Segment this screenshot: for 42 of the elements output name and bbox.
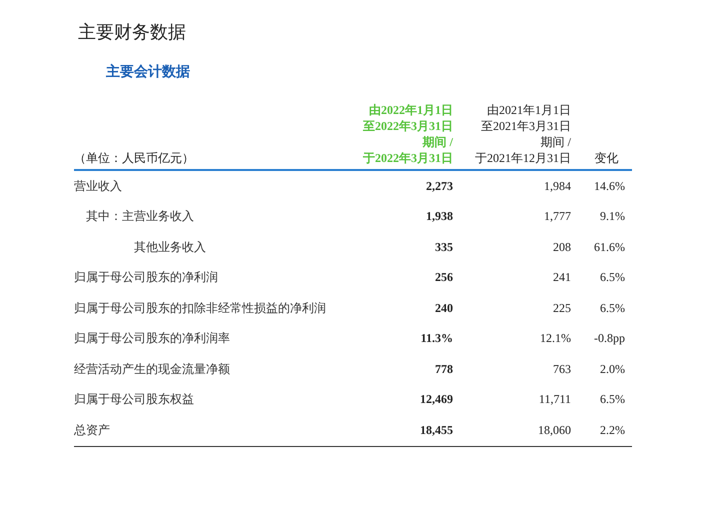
table-cell-text: 18,455 [419, 422, 453, 438]
table-cell-text: 1,984 [543, 178, 571, 194]
table-cell-text: 2.0% [599, 362, 626, 377]
table-cell-text: 6.5% [599, 392, 626, 408]
table-cell-text: 9.1% [599, 209, 626, 224]
table-cell-text: 225 [552, 300, 571, 316]
table-cell-text: 18,060 [537, 422, 571, 438]
row-label: 归属于母公司股东的净利润率 [74, 330, 231, 348]
row-label: 归属于母公司股东权益 [74, 391, 195, 408]
table-cell-text: 778 [434, 362, 453, 377]
row-label: 归属于母公司股东的净利润 [74, 269, 219, 286]
section-title: 主要会计数据 [106, 64, 191, 82]
table-cell-text: 1,777 [543, 209, 571, 224]
table-cell-text: 11.3% [420, 331, 453, 346]
unit-label: （单位：人民币亿元） [74, 150, 195, 166]
table-cell-text: 335 [434, 240, 453, 255]
column-header: 变化 [594, 150, 620, 166]
table-cell-text: 12.1% [539, 331, 571, 346]
row-label: 归属于母公司股东的扣除非经常性损益的净利润 [74, 300, 327, 317]
row-label: 其中：主营业务收入 [85, 208, 195, 226]
table-cell-text: 1,938 [425, 209, 453, 224]
table-cell-text: 2,273 [425, 178, 453, 194]
row-label: 其他业务收入 [133, 238, 207, 256]
row-label: 总资产 [74, 422, 111, 439]
table-cell-text: 241 [552, 270, 571, 286]
row-label: 营业收入 [74, 178, 123, 195]
table-cell-text: 763 [552, 362, 571, 377]
table-cell-text: 2.2% [599, 422, 626, 438]
page-title: 主要财务数据 [78, 21, 187, 44]
column-header: 由2021年1月1日 至2021年3月31日 期间 / 于2021年12月31日 [474, 102, 571, 166]
table-cell-text: 12,469 [419, 392, 453, 408]
column-header: 由2022年1月1日 至2022年3月31日 期间 / 于2022年3月31日 [362, 102, 453, 166]
table-cell-text: 240 [434, 300, 453, 316]
table-cell-text: 208 [552, 240, 571, 255]
table-cell-text: 6.5% [599, 300, 626, 316]
table-cell-text: 14.6% [593, 178, 626, 194]
table-cell-text: 61.6% [593, 240, 626, 255]
table-cell-text: 11,711 [538, 392, 571, 408]
row-label: 经营活动产生的现金流量净额 [74, 360, 231, 378]
table-cell-text: -0.8pp [593, 331, 626, 346]
table-cell-text: 6.5% [599, 270, 626, 286]
table-cell-text: 256 [434, 270, 453, 286]
